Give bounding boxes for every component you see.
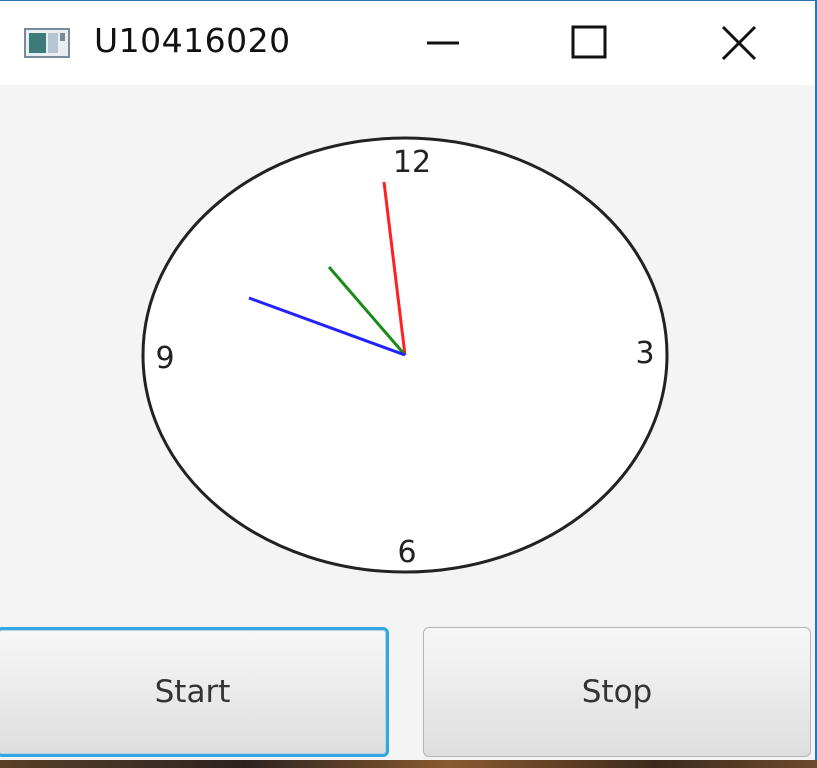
clock-numeral-3: 3 — [635, 336, 654, 371]
stop-button[interactable]: Stop — [423, 627, 811, 757]
clock-numeral-9: 9 — [155, 341, 174, 376]
desktop-background-strip — [0, 760, 817, 768]
analog-clock: 12 3 6 9 — [141, 136, 669, 574]
maximize-icon — [571, 25, 607, 59]
close-button[interactable] — [684, 1, 794, 85]
maximize-button[interactable] — [534, 1, 644, 85]
minimize-button[interactable] — [388, 1, 498, 85]
start-button[interactable]: Start — [0, 627, 389, 757]
clock-numeral-6: 6 — [397, 535, 416, 570]
application-window: U10416020 12 3 6 9 Start Stop — [0, 0, 817, 761]
title-bar[interactable]: U10416020 — [0, 1, 815, 85]
close-icon — [721, 25, 757, 61]
window-title: U10416020 — [94, 21, 291, 60]
clock-numeral-12: 12 — [393, 145, 431, 180]
minimize-icon — [427, 41, 459, 45]
app-window-icon — [24, 28, 70, 58]
